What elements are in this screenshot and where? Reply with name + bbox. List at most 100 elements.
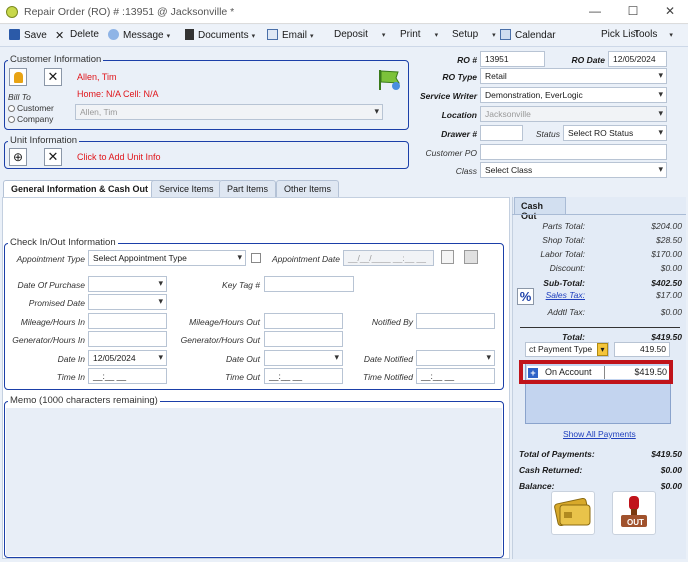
gen-out-label: Generator/Hours Out xyxy=(180,335,260,345)
steering-wheel-icon: ⊕ xyxy=(12,150,24,164)
ro-date-field[interactable]: 12/05/2024 xyxy=(608,51,667,67)
clear-customer-button[interactable]: ✕ xyxy=(44,68,62,86)
discount-value: $0.00 xyxy=(660,263,682,273)
appt-type-select[interactable]: Select Appointment Type xyxy=(88,250,246,266)
tab-cash-out[interactable]: Cash Out xyxy=(514,197,566,221)
date-notified-label: Date Notified xyxy=(363,354,413,364)
message-button[interactable]: Message ▾ xyxy=(108,29,170,41)
drawer-field[interactable] xyxy=(480,125,523,141)
check-out-button[interactable]: OUT xyxy=(612,491,656,535)
ro-type-select[interactable]: Retail xyxy=(480,68,667,84)
tab-general-info[interactable]: General Information & Cash Out xyxy=(3,180,157,198)
documents-button[interactable]: Documents ▾ xyxy=(185,29,255,41)
tab-service-items[interactable]: Service Items xyxy=(151,180,222,197)
appt-checkbox[interactable] xyxy=(251,253,261,263)
notified-by-label: Notified By xyxy=(371,317,413,327)
customer-lookup-button[interactable] xyxy=(9,68,27,86)
gen-in-field[interactable] xyxy=(88,331,167,347)
tools-button[interactable]: Tools ▾ xyxy=(634,29,673,40)
tab-part-items[interactable]: Part Items xyxy=(219,180,277,197)
x-icon: ✕ xyxy=(47,149,59,164)
date-in-select[interactable]: 12/05/2024 xyxy=(88,350,167,366)
chevron-down-icon[interactable]: ▾ xyxy=(597,343,608,356)
drawer-label: Drawer # xyxy=(441,129,477,139)
x-icon: ✕ xyxy=(55,30,65,42)
minimize-button[interactable]: — xyxy=(587,4,603,18)
total-payments-value: $419.50 xyxy=(651,449,682,459)
app-icon xyxy=(6,6,18,18)
date-out-select[interactable] xyxy=(264,350,343,366)
save-button[interactable]: Save xyxy=(9,29,47,41)
status-select[interactable]: Select RO Status xyxy=(563,125,667,141)
service-writer-select[interactable]: Demonstration, EverLogic xyxy=(480,87,667,103)
pick-list-button[interactable]: Pick List xyxy=(601,29,638,40)
gen-out-field[interactable] xyxy=(264,331,343,347)
deposit-button[interactable]: Deposit ▾ xyxy=(334,29,385,40)
save-icon xyxy=(9,29,20,40)
tab-other-items[interactable]: Other Items xyxy=(276,180,340,197)
message-icon xyxy=(108,29,119,40)
cashout-tab-divider xyxy=(512,214,686,215)
notified-by-field[interactable] xyxy=(416,313,495,329)
payment-amount-field[interactable]: 419.50 xyxy=(614,342,670,357)
time-notified-label: Time Notified xyxy=(363,372,413,382)
radio-icon xyxy=(8,105,15,112)
print-button[interactable]: Print ▾ xyxy=(400,29,438,40)
parts-total-label: Parts Total: xyxy=(542,221,585,231)
sales-tax-link[interactable]: Sales Tax: xyxy=(505,290,585,300)
radio-company[interactable]: Company xyxy=(8,114,53,124)
promised-date-select[interactable] xyxy=(88,294,167,310)
clear-unit-button[interactable]: ✕ xyxy=(44,148,62,166)
maximize-button[interactable]: ☐ xyxy=(625,4,641,18)
stamp-label: OUT xyxy=(627,518,644,527)
payment-row[interactable]: + On Account $419.50 xyxy=(527,366,669,379)
flag-icon[interactable] xyxy=(376,68,402,92)
time-notified-field[interactable]: __:__ __ xyxy=(416,368,495,384)
mileage-out-field[interactable] xyxy=(264,313,343,329)
location-select[interactable]: Jacksonville xyxy=(480,106,667,122)
purchase-date-label: Date Of Purchase xyxy=(17,280,85,290)
class-select[interactable]: Select Class xyxy=(480,162,667,178)
customer-name[interactable]: Allen, Tim xyxy=(77,72,117,82)
toolbar: Save ✕ Delete Message ▾ Documents ▾ Email ▾ … xyxy=(0,25,688,47)
unit-lookup-button[interactable]: ⊕ xyxy=(9,148,27,166)
time-in-field[interactable]: __:__ __ xyxy=(88,368,167,384)
expand-icon[interactable]: + xyxy=(528,368,538,378)
setup-button[interactable]: Setup ▾ xyxy=(452,29,496,40)
mileage-in-field[interactable] xyxy=(88,313,167,329)
radio-customer[interactable]: Customer xyxy=(8,103,54,113)
radio-icon xyxy=(8,116,15,123)
delete-button[interactable]: ✕ Delete xyxy=(55,29,99,42)
cash-returned-value: $0.00 xyxy=(660,465,682,475)
gen-in-label: Generator/Hours In xyxy=(12,335,85,345)
keytag-field[interactable] xyxy=(264,276,354,292)
memo-textarea[interactable] xyxy=(6,408,502,556)
credit-card-button[interactable] xyxy=(551,491,595,535)
time-out-field[interactable]: __:__ __ xyxy=(264,368,343,384)
show-all-payments-link[interactable]: Show All Payments xyxy=(563,429,636,439)
ro-number-field[interactable]: 13951 xyxy=(480,51,545,67)
email-icon xyxy=(267,29,278,40)
appt-date-field[interactable]: __/__/____ __:__ __ xyxy=(343,250,434,266)
mileage-in-label: Mileage/Hours In xyxy=(20,317,85,327)
date-notified-select[interactable] xyxy=(416,350,495,366)
addtl-tax-value: $0.00 xyxy=(660,307,682,317)
promised-date-label: Promised Date xyxy=(28,298,85,308)
purchase-date-select[interactable] xyxy=(88,276,167,292)
calendar-button[interactable]: Calendar xyxy=(500,29,556,41)
location-label: Location xyxy=(441,110,477,120)
document-icon[interactable] xyxy=(441,250,454,264)
email-button[interactable]: Email ▾ xyxy=(267,29,314,41)
mileage-out-label: Mileage/Hours Out xyxy=(189,317,260,327)
memo-legend: Memo (1000 characters remaining) xyxy=(8,395,160,406)
customer-po-field[interactable] xyxy=(480,144,667,160)
calendar-icon[interactable] xyxy=(464,250,478,264)
time-out-label: Time Out xyxy=(225,372,260,382)
close-button[interactable]: ✕ xyxy=(662,4,678,18)
add-unit-link[interactable]: Click to Add Unit Info xyxy=(77,152,161,162)
credit-card-icon xyxy=(554,497,591,527)
appt-type-label: Appointment Type xyxy=(16,254,85,264)
bill-to-select[interactable]: Allen, Tim xyxy=(75,104,383,120)
cash-returned-label: Cash Returned: xyxy=(519,465,583,475)
class-label: Class xyxy=(455,166,477,176)
